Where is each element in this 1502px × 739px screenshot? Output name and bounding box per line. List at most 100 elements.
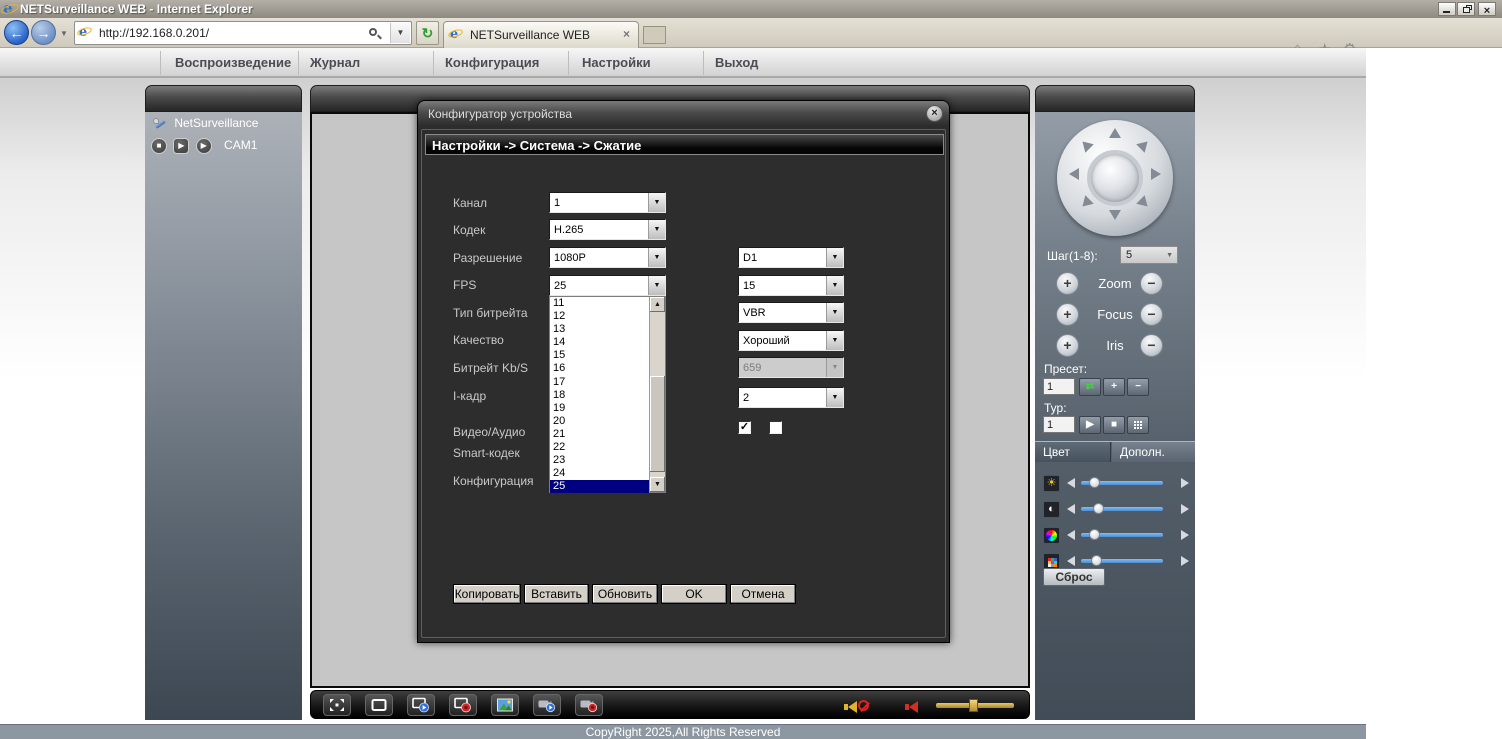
minimize-button[interactable] (1438, 2, 1456, 16)
chevron-down-icon[interactable]: ▼ (826, 248, 843, 267)
channel-select[interactable]: 1 ▼ (549, 192, 666, 213)
camera-play-button[interactable] (533, 694, 561, 716)
iris-open-button[interactable]: + (1056, 334, 1079, 357)
iframe-select[interactable]: 2 ▼ (738, 387, 844, 408)
fps-select-2[interactable]: 15 ▼ (738, 275, 844, 296)
audio-checkbox-unchecked[interactable] (769, 421, 782, 434)
fps-option[interactable]: 19 (550, 402, 649, 415)
address-dropdown-button[interactable]: ▼ (390, 23, 410, 43)
fps-option[interactable]: 22 (550, 441, 649, 454)
fps-option[interactable]: 18 (550, 389, 649, 402)
fps-option[interactable]: 13 (550, 323, 649, 336)
chevron-down-icon[interactable]: ▼ (826, 331, 843, 350)
slider-left-arrow[interactable] (1067, 530, 1075, 540)
saturation-slider[interactable] (1081, 533, 1163, 537)
tab-color[interactable]: Цвет (1035, 442, 1111, 462)
copy-button[interactable]: Копировать (453, 584, 521, 604)
forward-button[interactable]: → (31, 20, 56, 45)
video-checkbox-checked[interactable]: ✓ (738, 421, 751, 434)
chevron-down-icon[interactable]: ▼ (648, 248, 665, 267)
history-dropdown-icon[interactable]: ▼ (60, 29, 68, 38)
menu-item-exit[interactable]: Выход (715, 55, 758, 70)
scroll-up-button[interactable]: ▲ (650, 297, 665, 312)
chevron-down-icon[interactable]: ▼ (648, 276, 665, 295)
search-icon[interactable] (369, 28, 377, 36)
refresh-button[interactable]: ↻ (416, 21, 439, 45)
fps-option[interactable]: 14 (550, 336, 649, 349)
cancel-button[interactable]: Отмена (730, 584, 796, 604)
step-select[interactable]: 5 ▼ (1120, 246, 1178, 264)
device-tree-root[interactable]: NetSurveillance (153, 116, 258, 134)
ptz-up-right-arrow[interactable] (1136, 137, 1152, 153)
fps-select[interactable]: 25 ▼ (549, 275, 666, 296)
tab-close-icon[interactable]: × (623, 27, 630, 41)
preset-input[interactable]: 1 (1043, 378, 1075, 395)
fps-option[interactable]: 11 (550, 297, 649, 310)
fps-option-selected[interactable]: 25 (550, 480, 649, 493)
zoom-in-button[interactable]: + (1056, 272, 1079, 295)
refresh-button[interactable]: Обновить (592, 584, 658, 604)
slider-thumb[interactable] (1089, 529, 1100, 540)
ok-button[interactable]: OK (661, 584, 727, 604)
slider-thumb[interactable] (1093, 503, 1104, 514)
brightness-slider[interactable] (1081, 481, 1163, 485)
chevron-down-icon[interactable]: ▼ (826, 303, 843, 322)
bitrate-type-select[interactable]: VBR ▼ (738, 302, 844, 323)
slider-left-arrow[interactable] (1067, 478, 1075, 488)
reset-button[interactable]: Сброс (1043, 568, 1105, 586)
fps-list-scrollbar[interactable]: ▲ ▼ (649, 297, 665, 492)
focus-out-button[interactable]: − (1140, 303, 1163, 326)
screen-record-button[interactable] (449, 694, 477, 716)
ptz-up-left-arrow[interactable] (1078, 137, 1094, 153)
preset-goto-button[interactable]: ⇄ (1079, 378, 1101, 396)
address-bar[interactable]: e http://192.168.0.201/ ▼ (74, 21, 412, 45)
fps-option[interactable]: 17 (550, 376, 649, 389)
menu-item-log[interactable]: Журнал (310, 55, 360, 70)
tab-advanced[interactable]: Дополн. (1112, 442, 1195, 462)
hue-slider[interactable] (1081, 559, 1163, 563)
fps-option[interactable]: 21 (550, 428, 649, 441)
ptz-up-arrow[interactable] (1109, 128, 1121, 138)
fullscreen-button[interactable] (323, 694, 351, 716)
contrast-slider[interactable] (1081, 507, 1163, 511)
fps-option[interactable]: 20 (550, 415, 649, 428)
slider-right-arrow[interactable] (1181, 478, 1189, 488)
dialog-title-bar[interactable]: Конфигуратор устройства × (418, 101, 949, 127)
chevron-down-icon[interactable]: ▼ (648, 193, 665, 212)
focus-in-button[interactable]: + (1056, 303, 1079, 326)
tour-play-button[interactable]: ▶ (1079, 416, 1101, 434)
screen-play-button[interactable] (407, 694, 435, 716)
iris-close-button[interactable]: − (1140, 334, 1163, 357)
volume-slider-thumb[interactable] (969, 699, 978, 712)
chevron-down-icon[interactable]: ▼ (826, 388, 843, 407)
camera-row[interactable]: ■ ▶ ▶ CAM1 (151, 138, 257, 156)
preset-delete-button[interactable]: − (1127, 378, 1149, 396)
url-text[interactable]: http://192.168.0.201/ (99, 26, 209, 40)
restore-button[interactable] (1457, 2, 1475, 16)
resolution-select[interactable]: 1080P ▼ (549, 247, 666, 268)
ptz-center-ball[interactable] (1087, 150, 1143, 206)
chevron-down-icon[interactable]: ▼ (648, 220, 665, 239)
dialog-close-button[interactable]: × (926, 105, 943, 122)
slider-thumb[interactable] (1089, 477, 1100, 488)
fps-option[interactable]: 15 (550, 349, 649, 362)
mute-button[interactable] (848, 699, 872, 715)
volume-slider[interactable] (936, 703, 1014, 708)
fps-option[interactable]: 12 (550, 310, 649, 323)
fps-option[interactable]: 23 (550, 454, 649, 467)
tour-stop-button[interactable]: ■ (1103, 416, 1125, 434)
slider-left-arrow[interactable] (1067, 556, 1075, 566)
slider-right-arrow[interactable] (1181, 530, 1189, 540)
quality-select[interactable]: Хороший ▼ (738, 330, 844, 351)
tour-grid-button[interactable] (1127, 416, 1149, 434)
slider-thumb[interactable] (1091, 555, 1102, 566)
play-sub-stream-icon[interactable]: ▶ (196, 138, 212, 154)
volume-speaker-button[interactable] (909, 699, 923, 715)
codec-select[interactable]: H.265 ▼ (549, 219, 666, 240)
slider-right-arrow[interactable] (1181, 556, 1189, 566)
single-window-button[interactable] (365, 694, 393, 716)
scrollbar-thumb[interactable] (650, 376, 665, 472)
camera-record-button[interactable] (575, 694, 603, 716)
slider-left-arrow[interactable] (1067, 504, 1075, 514)
scroll-down-button[interactable]: ▼ (650, 477, 665, 492)
